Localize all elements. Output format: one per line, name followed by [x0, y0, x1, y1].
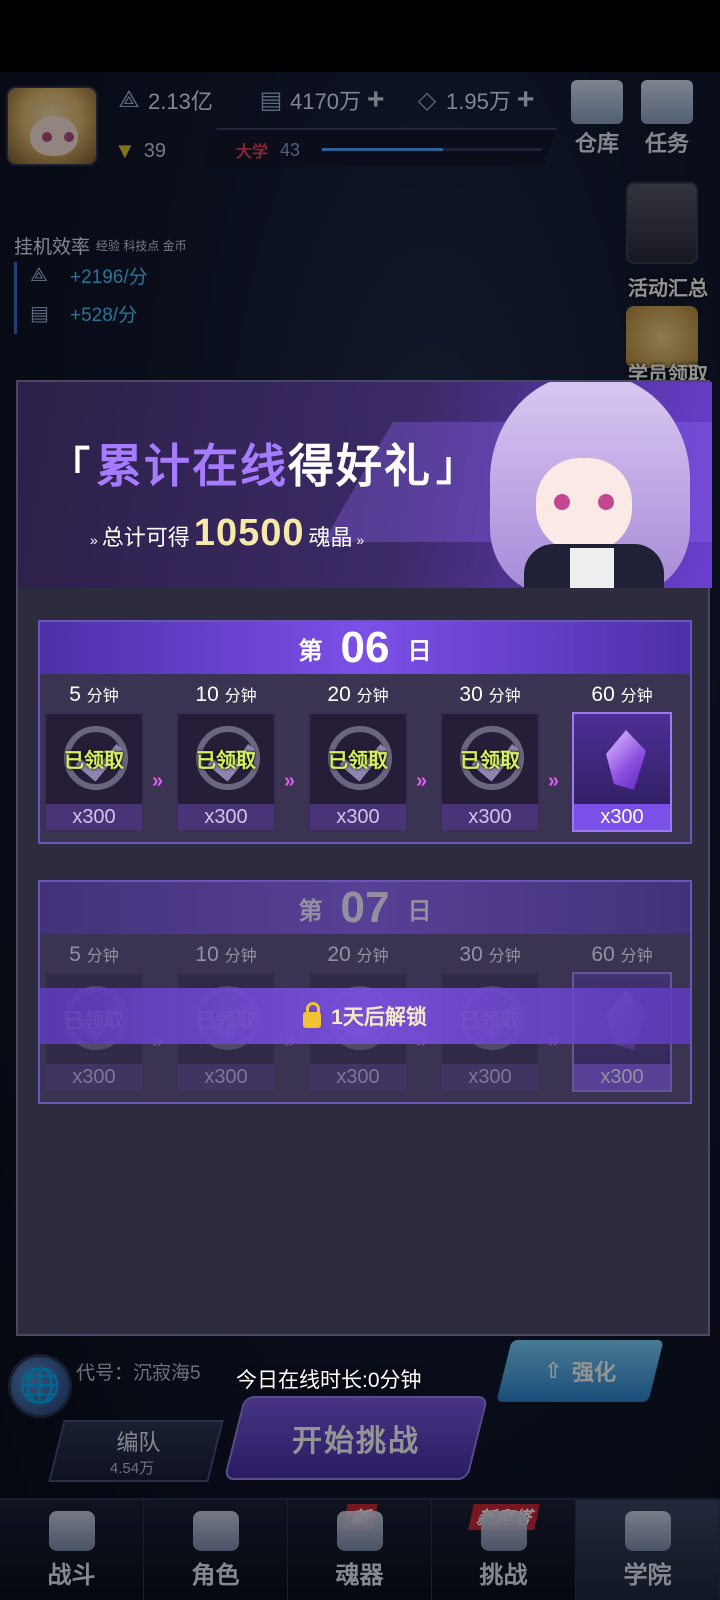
claimed-label: 已领取 — [64, 750, 124, 772]
reward-quantity: x300 — [442, 804, 538, 830]
reward-slot[interactable]: 30 分钟已领取 x300 — [440, 678, 540, 832]
reward-unit: 分钟 — [620, 948, 653, 965]
reward-minutes: 30 — [459, 943, 483, 966]
reward-quantity: x300 — [46, 1064, 142, 1090]
subtitle-amount: 10500 — [193, 512, 305, 554]
reward-minutes: 20 — [327, 683, 351, 706]
reward-quantity: x300 — [442, 1064, 538, 1090]
reward-quantity: x300 — [310, 804, 406, 830]
reward-time: 10 分钟 — [176, 938, 276, 972]
reward-quantity: x300 — [46, 804, 142, 830]
reward-time: 30 分钟 — [440, 678, 540, 712]
reward-unit: 分钟 — [86, 688, 119, 705]
subtitle-prefix: 总计可得 — [101, 525, 190, 550]
reward-time: 5 分钟 — [44, 938, 144, 972]
reward-quantity: x300 — [574, 804, 670, 830]
reward-unit: 分钟 — [620, 688, 653, 705]
reward-time: 20 分钟 — [308, 938, 408, 972]
reward-slot[interactable]: 10 分钟已领取 x300 — [176, 678, 276, 832]
subtitle-suffix: 魂晶 — [308, 525, 353, 550]
title-part-b: 得好礼 — [288, 440, 432, 492]
double-arrow-icon: » — [90, 532, 98, 548]
reward-quantity: x300 — [178, 1064, 274, 1090]
reward-minutes: 5 — [69, 943, 81, 966]
reward-quantity: x300 — [178, 804, 274, 830]
online-reward-modal: 「 累计在线 得好礼 」 » 总计可得 10500 魂晶 » 第 06 日 5 … — [16, 380, 712, 1336]
reward-time: 60 分钟 — [572, 938, 672, 972]
reward-minutes: 5 — [69, 683, 81, 706]
claimed-reward: 已领取 x300 — [44, 712, 144, 832]
reward-unit: 分钟 — [488, 688, 521, 705]
reward-unit: 分钟 — [224, 948, 257, 965]
character-eye-left — [554, 494, 570, 510]
day-header: 第 07 日 — [40, 882, 690, 934]
soul-crystal-reward: x300 — [572, 712, 672, 832]
reward-minutes: 10 — [195, 683, 219, 706]
banner-title: 「 累计在线 得好礼 」 — [46, 430, 482, 496]
character-face — [536, 458, 632, 552]
next-arrow-icon: » — [284, 770, 296, 792]
reward-minutes: 30 — [459, 683, 483, 706]
banner-subtitle: » 总计可得 10500 魂晶 » — [90, 512, 364, 555]
day-prefix: 第 — [298, 897, 323, 925]
claimed-label: 已领取 — [196, 750, 256, 772]
next-arrow-icon: » — [416, 770, 428, 792]
title-part-a: 累计在线 — [96, 440, 288, 492]
unlock-text: 1天后解锁 — [331, 1006, 427, 1029]
reward-minutes: 60 — [591, 943, 615, 966]
character-shirt — [570, 548, 614, 588]
reward-quantity: x300 — [310, 1064, 406, 1090]
soul-crystal-icon — [606, 730, 646, 790]
reward-time: 30 分钟 — [440, 938, 540, 972]
reward-unit: 分钟 — [356, 688, 389, 705]
reward-minutes: 20 — [327, 943, 351, 966]
reward-unit: 分钟 — [224, 688, 257, 705]
claimed-label: 已领取 — [460, 750, 520, 772]
claimed-reward: 已领取 x300 — [440, 712, 540, 832]
day-prefix: 第 — [298, 637, 323, 665]
reward-minutes: 10 — [195, 943, 219, 966]
next-arrow-icon: » — [152, 770, 164, 792]
unlock-banner: 1天后解锁 — [40, 988, 690, 1044]
reward-unit: 分钟 — [488, 948, 521, 965]
next-arrow-icon: » — [548, 770, 560, 792]
title-quote-open: 「 — [50, 445, 92, 489]
claimed-reward: 已领取 x300 — [176, 712, 276, 832]
reward-quantity: x300 — [574, 1064, 670, 1090]
character-illustration — [474, 382, 710, 588]
double-arrow-icon: » — [356, 532, 365, 548]
reward-unit: 分钟 — [86, 948, 119, 965]
character-eye-right — [598, 494, 614, 510]
day-card-07: 第 07 日 5 分钟已领取x300»10 分钟已领取x300»20 分钟已领取… — [38, 880, 692, 1104]
lock-icon — [303, 1002, 322, 1028]
reward-time: 5 分钟 — [44, 678, 144, 712]
day-suffix: 日 — [407, 897, 432, 925]
online-today: 今日在线时长:0分钟 — [236, 1369, 422, 1392]
day-header: 第 06 日 — [40, 622, 690, 674]
day-card-06: 第 06 日 5 分钟 已领取 x300» 10 分钟 已领取 x300» 20 分钟 已领取… — [38, 620, 692, 844]
reward-time: 60 分钟 — [572, 678, 672, 712]
claimed-label: 已领取 — [328, 750, 388, 772]
claimed-reward: 已领取 x300 — [308, 712, 408, 832]
reward-slot[interactable]: 60 分钟 x300 — [572, 678, 672, 832]
day-number: 07 — [340, 883, 390, 932]
title-quote-close: 」 — [436, 445, 478, 489]
reward-time: 20 分钟 — [308, 678, 408, 712]
day-suffix: 日 — [407, 637, 432, 665]
reward-slot[interactable]: 20 分钟已领取 x300 — [308, 678, 408, 832]
reward-banner: 「 累计在线 得好礼 」 » 总计可得 10500 魂晶 » — [18, 382, 712, 588]
reward-time: 10 分钟 — [176, 678, 276, 712]
day-number: 06 — [340, 623, 390, 672]
reward-row: 5 分钟已领取 x300 » 10 分钟已领取 x300 » 20 分钟已领取 x300 » 30… — [44, 678, 686, 842]
reward-slot[interactable]: 5 分钟已领取 x300 — [44, 678, 144, 832]
reward-minutes: 60 — [591, 683, 615, 706]
reward-unit: 分钟 — [356, 948, 389, 965]
